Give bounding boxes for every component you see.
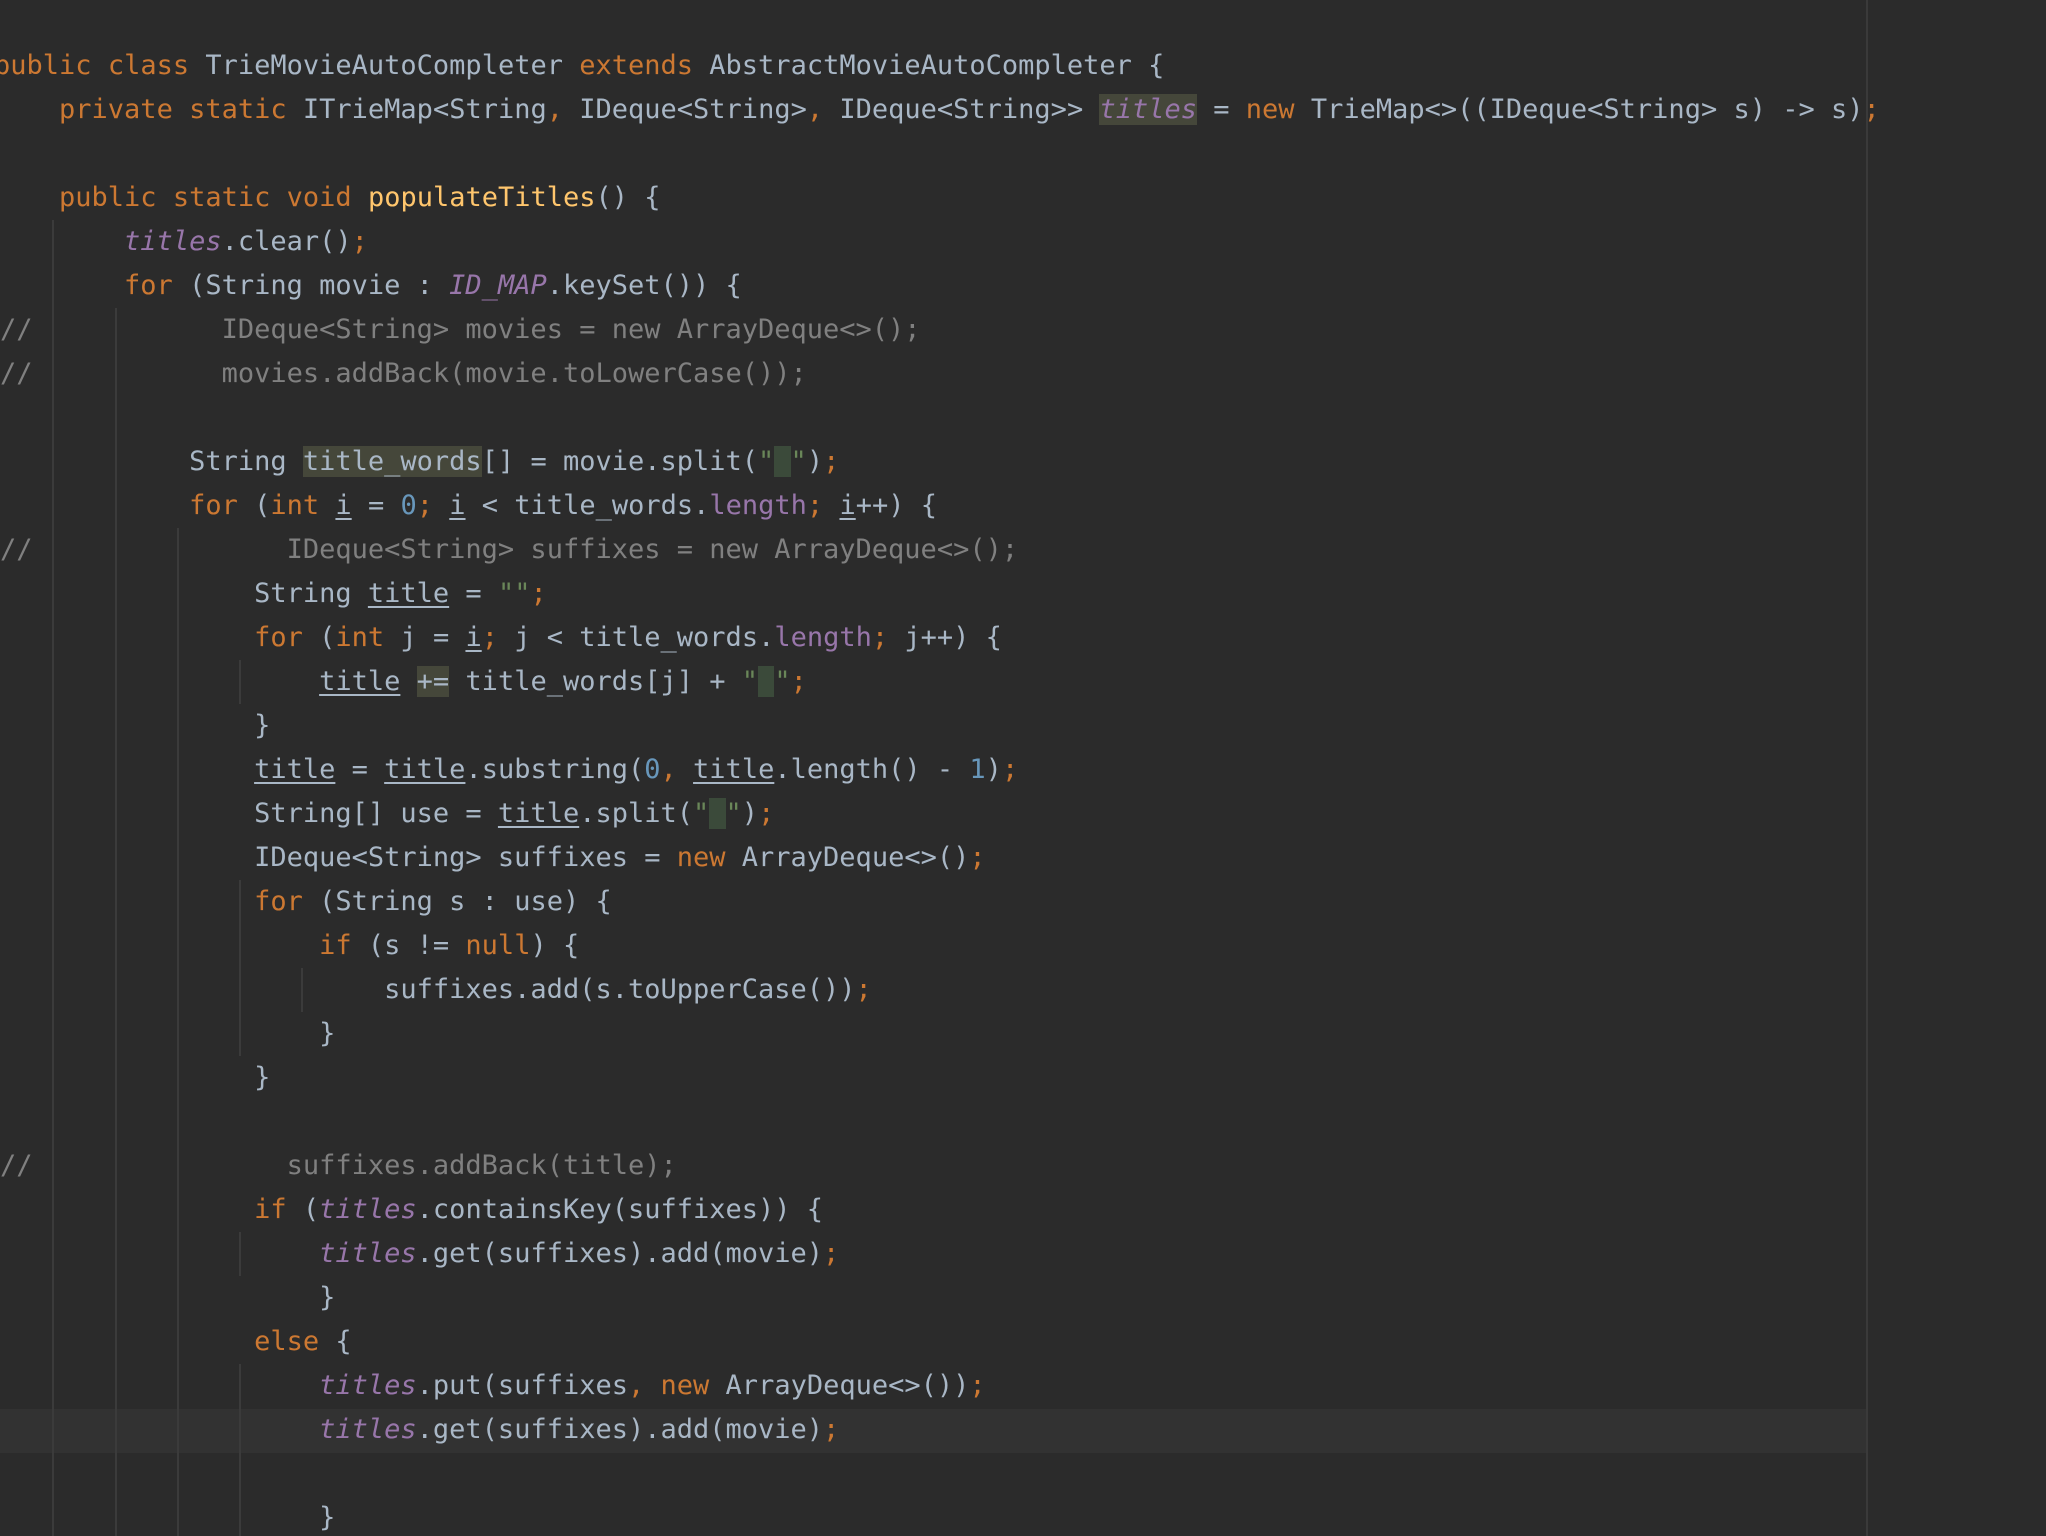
code-editor[interactable]: public class TrieMovieAutoCompleter exte… (0, 0, 2046, 1536)
code-line[interactable]: suffixes.add(s.toUpperCase()); (0, 968, 872, 1012)
code-line[interactable]: } (0, 704, 270, 748)
code-line[interactable]: String title_words[] = movie.split(" "); (0, 440, 839, 484)
code-line-comment[interactable]: movies.addBack(movie.toLowerCase()); (27, 352, 807, 396)
code-line[interactable]: } (0, 1056, 270, 1100)
code-line[interactable]: } (0, 1276, 335, 1320)
code-line[interactable]: String title = ""; (0, 572, 547, 616)
code-line[interactable]: for (String movie : ID_MAP.keySet()) { (0, 264, 742, 308)
code-line[interactable]: titles.get(suffixes).add(movie); (0, 1232, 839, 1276)
right-margin-guide (1866, 0, 1868, 1536)
code-line[interactable]: if (titles.containsKey(suffixes)) { (0, 1188, 823, 1232)
code-line[interactable]: else { (0, 1320, 352, 1364)
code-line[interactable]: title += title_words[j] + " "; (0, 660, 807, 704)
code-line-comment[interactable]: IDeque<String> suffixes = new ArrayDeque… (27, 528, 1019, 572)
code-line[interactable]: titles.get(suffixes).add(movie); (0, 1408, 839, 1452)
code-line[interactable]: title = title.substring(0, title.length(… (0, 748, 1018, 792)
code-line[interactable]: } (0, 1496, 335, 1536)
code-line[interactable]: for (int j = i; j < title_words.length; … (0, 616, 1002, 660)
code-line[interactable]: titles.clear(); (0, 220, 368, 264)
code-line[interactable]: for (String s : use) { (0, 880, 612, 924)
code-line[interactable]: IDeque<String> suffixes = new ArrayDeque… (0, 836, 986, 880)
code-line[interactable]: public class TrieMovieAutoCompleter exte… (0, 44, 1164, 88)
code-line[interactable]: private static ITrieMap<String, IDeque<S… (0, 88, 1880, 132)
code-line[interactable]: public static void populateTitles() { (0, 176, 661, 220)
code-line[interactable]: String[] use = title.split(" "); (0, 792, 774, 836)
code-line[interactable]: } (0, 1012, 335, 1056)
code-line[interactable]: titles.put(suffixes, new ArrayDeque<>())… (0, 1364, 986, 1408)
code-line[interactable]: for (int i = 0; i < title_words.length; … (0, 484, 937, 528)
code-line-comment[interactable]: IDeque<String> movies = new ArrayDeque<>… (27, 308, 921, 352)
code-line[interactable]: if (s != null) { (0, 924, 579, 968)
code-line-comment[interactable]: suffixes.addBack(title); (27, 1144, 677, 1188)
